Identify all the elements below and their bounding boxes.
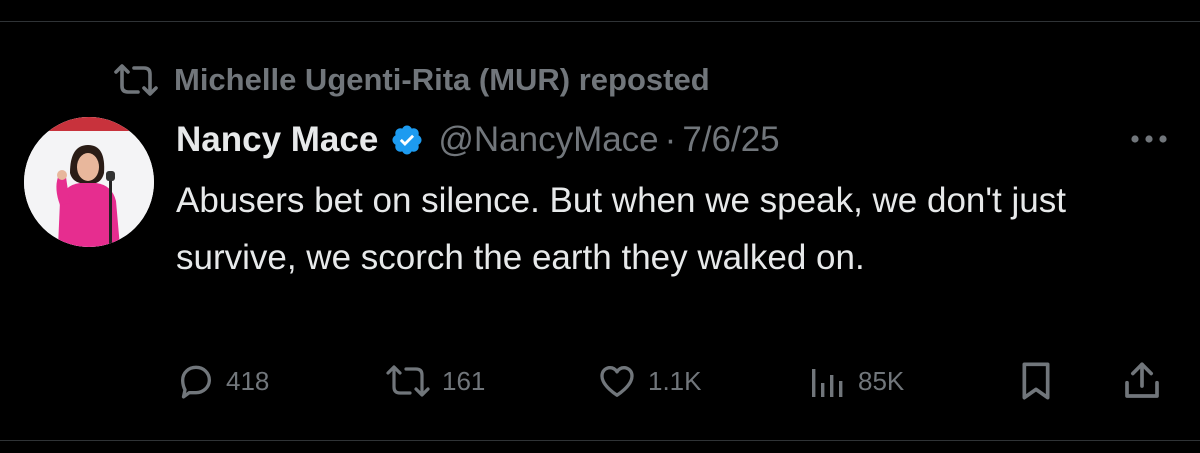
repost-icon <box>384 363 432 399</box>
views-button[interactable]: 85K <box>808 356 904 406</box>
top-divider <box>0 21 1200 22</box>
like-count: 1.1K <box>648 365 702 396</box>
reply-count: 418 <box>226 365 270 396</box>
share-button[interactable] <box>1122 356 1172 406</box>
view-count: 85K <box>858 365 905 396</box>
tweet-header: Nancy Mace @NancyMace · 7/6/25 <box>176 116 780 164</box>
author-handle[interactable]: @NancyMace <box>438 120 658 160</box>
repost-text: Michelle Ugenti-Rita (MUR) reposted <box>174 62 710 97</box>
repost-button[interactable]: 161 <box>384 356 485 406</box>
tweet-date[interactable]: 7/6/25 <box>682 120 779 160</box>
separator-dot: · <box>664 120 677 159</box>
bookmark-icon <box>1016 359 1056 403</box>
avatar[interactable] <box>24 117 154 247</box>
share-icon <box>1122 359 1162 403</box>
bottom-divider <box>0 440 1200 441</box>
repost-count: 161 <box>442 365 486 396</box>
more-icon <box>1129 131 1169 149</box>
author-display-name[interactable]: Nancy Mace <box>176 120 378 160</box>
repost-icon <box>112 62 160 98</box>
reply-icon <box>176 361 216 401</box>
more-button[interactable] <box>1124 120 1174 160</box>
action-bar: 418 161 1.1K 85K <box>176 356 1176 406</box>
heart-icon <box>596 361 638 401</box>
bookmark-button[interactable] <box>1016 356 1066 406</box>
reply-button[interactable]: 418 <box>176 356 269 406</box>
verified-badge-icon[interactable] <box>390 123 424 157</box>
analytics-icon <box>808 361 848 401</box>
tweet-text: Abusers bet on silence. But when we spea… <box>176 181 1066 277</box>
like-button[interactable]: 1.1K <box>596 356 702 406</box>
repost-context[interactable]: Michelle Ugenti-Rita (MUR) reposted <box>112 58 710 102</box>
